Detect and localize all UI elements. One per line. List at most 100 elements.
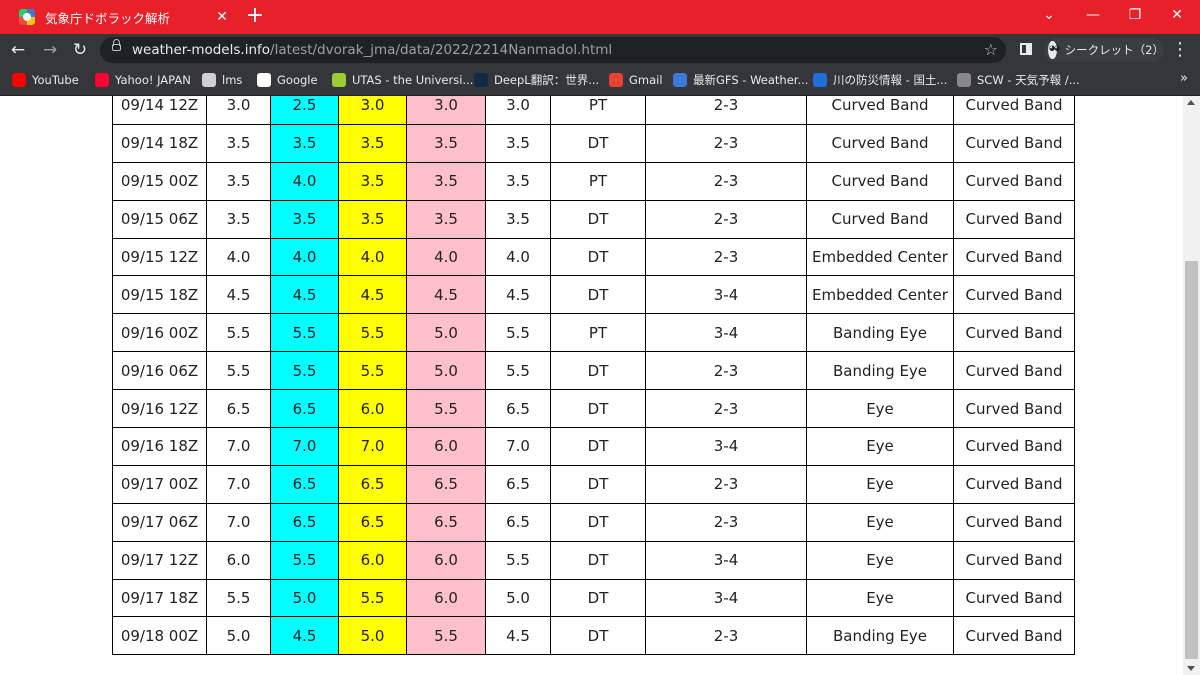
scw-icon — [957, 73, 971, 87]
table-cell: Curved Band — [953, 389, 1075, 429]
bookmark-gmail[interactable]: Gmail — [609, 72, 663, 88]
table-cell: 3-4 — [645, 275, 807, 315]
table-cell: 5.5 — [485, 313, 551, 353]
table-cell: 5.5 — [270, 313, 339, 353]
vertical-scrollbar[interactable] — [1183, 96, 1200, 675]
scrollbar-thumb[interactable] — [1185, 261, 1198, 659]
table-row: 09/17 00Z 7.0 6.5 6.5 6.5 6.5 DT 2-3 Eye Curved B… — [112, 464, 1075, 504]
table-row: 09/15 18Z 4.5 4.5 4.5 4.5 4.5 DT 3-4 Embedded Ce… — [112, 275, 1075, 315]
table-cell: 09/15 12Z — [112, 237, 207, 277]
lms-icon — [202, 73, 216, 87]
incognito-button[interactable]: シークレット（2） — [1044, 38, 1164, 62]
table-cell: 5.5 — [485, 540, 551, 580]
scroll-up-arrow-icon[interactable] — [1187, 100, 1195, 105]
table-cell: 2-3 — [645, 161, 807, 201]
table-cell: 5.5 — [485, 351, 551, 391]
dvorak-table-body: 09/14 12Z 3.0 2.5 3.0 3.0 3.0 PT 2-3 Curved Band… — [112, 96, 1075, 656]
table-cell: 6.5 — [270, 389, 339, 429]
table-cell: 3.0 — [406, 96, 486, 125]
table-cell: Eye — [806, 427, 954, 466]
bookmark-gfs[interactable]: 最新GFS - Weather... — [673, 72, 808, 88]
bookmark-star-icon[interactable]: ☆ — [984, 39, 998, 61]
table-cell: 4.5 — [206, 275, 271, 315]
table-row: 09/15 00Z 3.5 4.0 3.5 3.5 3.5 PT 2-3 Curved Band… — [112, 161, 1075, 201]
close-window-button[interactable]: ✕ — [1154, 0, 1200, 30]
table-cell: Curved Band — [806, 96, 954, 125]
table-cell: 3.5 — [485, 199, 551, 239]
side-panel-icon[interactable] — [1020, 43, 1032, 55]
tab-active[interactable]: 気象庁ドボラック解析 ✕ — [8, 0, 234, 34]
bookmark-deepl[interactable]: DeepL翻訳：世界... — [474, 72, 599, 88]
url-path: /latest/dvorak_jma/data/2022/2214Nanmado… — [270, 42, 613, 58]
table-cell: Curved Band — [953, 427, 1075, 466]
bookmarks-bar: YouTube Yahoo! JAPAN lms Google UTAS - t… — [0, 66, 1200, 96]
table-cell: Eye — [806, 464, 954, 504]
bookmark-yahoo[interactable]: Yahoo! JAPAN — [95, 72, 191, 88]
minimize-button[interactable]: — — [1070, 0, 1116, 30]
browser-menu-icon[interactable]: ⋮ — [1170, 38, 1190, 62]
table-cell: 5.5 — [206, 313, 271, 353]
table-cell: 5.5 — [270, 351, 339, 391]
table-cell: 09/17 00Z — [112, 464, 207, 504]
url-text[interactable]: weather-models.info/latest/dvorak_jma/da… — [132, 37, 612, 63]
bookmarks-overflow-icon[interactable]: » — [1180, 71, 1188, 86]
bookmark-label: 川の防災情報 - 国土... — [833, 73, 948, 87]
table-cell: 4.0 — [270, 237, 339, 277]
tab-close-icon[interactable]: ✕ — [213, 8, 231, 26]
table-cell: 09/16 06Z — [112, 351, 207, 391]
forward-button[interactable]: → — [38, 38, 62, 62]
page-content: 09/14 12Z 3.0 2.5 3.0 3.0 3.0 PT 2-3 Curved Band… — [0, 96, 1183, 675]
table-cell: Curved Band — [806, 199, 954, 239]
tab-search-icon[interactable]: ⌄ — [1026, 0, 1072, 30]
address-bar[interactable]: weather-models.info/latest/dvorak_jma/da… — [100, 37, 1006, 63]
table-cell: 5.5 — [338, 578, 407, 618]
table-cell: 6.5 — [485, 389, 551, 429]
table-cell: DT — [550, 199, 646, 239]
table-cell: 3.5 — [406, 161, 486, 201]
back-button[interactable]: ← — [6, 38, 30, 62]
lock-icon[interactable] — [112, 39, 121, 51]
table-cell: Banding Eye — [806, 616, 954, 656]
table-cell: 6.5 — [485, 464, 551, 504]
incognito-icon — [1048, 41, 1059, 59]
table-cell: 5.5 — [406, 616, 486, 656]
table-cell: Curved Band — [953, 161, 1075, 201]
table-cell: DT — [550, 427, 646, 466]
table-cell: 3-4 — [645, 313, 807, 353]
restore-button[interactable]: ❐ — [1112, 0, 1158, 30]
table-cell: 09/16 00Z — [112, 313, 207, 353]
scroll-down-arrow-icon[interactable] — [1187, 666, 1195, 671]
table-cell: 5.5 — [206, 351, 271, 391]
table-cell: 6.0 — [406, 427, 486, 466]
table-row: 09/17 06Z 7.0 6.5 6.5 6.5 6.5 DT 2-3 Eye Curved B… — [112, 502, 1075, 542]
table-cell: 2-3 — [645, 389, 807, 429]
bookmark-youtube[interactable]: YouTube — [12, 72, 79, 88]
table-cell: 4.0 — [338, 237, 407, 277]
bookmark-lms[interactable]: lms — [202, 72, 242, 88]
table-cell: 6.5 — [406, 464, 486, 504]
bookmark-utas[interactable]: UTAS - the Universi... — [332, 72, 473, 88]
bookmark-scw[interactable]: SCW - 天気予報 /... — [957, 72, 1080, 88]
table-cell: 09/14 12Z — [112, 96, 207, 125]
table-cell: 3.5 — [338, 161, 407, 201]
table-cell: DT — [550, 578, 646, 618]
table-cell: 5.5 — [270, 540, 339, 580]
table-cell: Curved Band — [953, 578, 1075, 618]
table-cell: 09/16 18Z — [112, 427, 207, 466]
table-cell: 5.0 — [270, 578, 339, 618]
table-cell: 09/17 06Z — [112, 502, 207, 542]
yahoo-icon — [95, 73, 109, 87]
bookmark-google[interactable]: Google — [257, 72, 318, 88]
incognito-label: シークレット（2） — [1064, 43, 1164, 57]
reload-button[interactable]: ↻ — [68, 38, 92, 62]
table-row: 09/16 18Z 7.0 7.0 7.0 6.0 7.0 DT 3-4 Eye Curved B… — [112, 427, 1075, 466]
table-cell: 5.0 — [338, 616, 407, 656]
bookmark-river[interactable]: 川の防災情報 - 国土... — [813, 72, 947, 88]
table-cell: Eye — [806, 389, 954, 429]
new-tab-button[interactable]: + — [244, 5, 266, 27]
table-cell: 5.0 — [406, 351, 486, 391]
table-cell: 5.5 — [338, 351, 407, 391]
table-cell: 2.5 — [270, 96, 339, 125]
table-row: 09/15 06Z 3.5 3.5 3.5 3.5 3.5 DT 2-3 Curved Band… — [112, 199, 1075, 239]
table-cell: 3.5 — [485, 161, 551, 201]
